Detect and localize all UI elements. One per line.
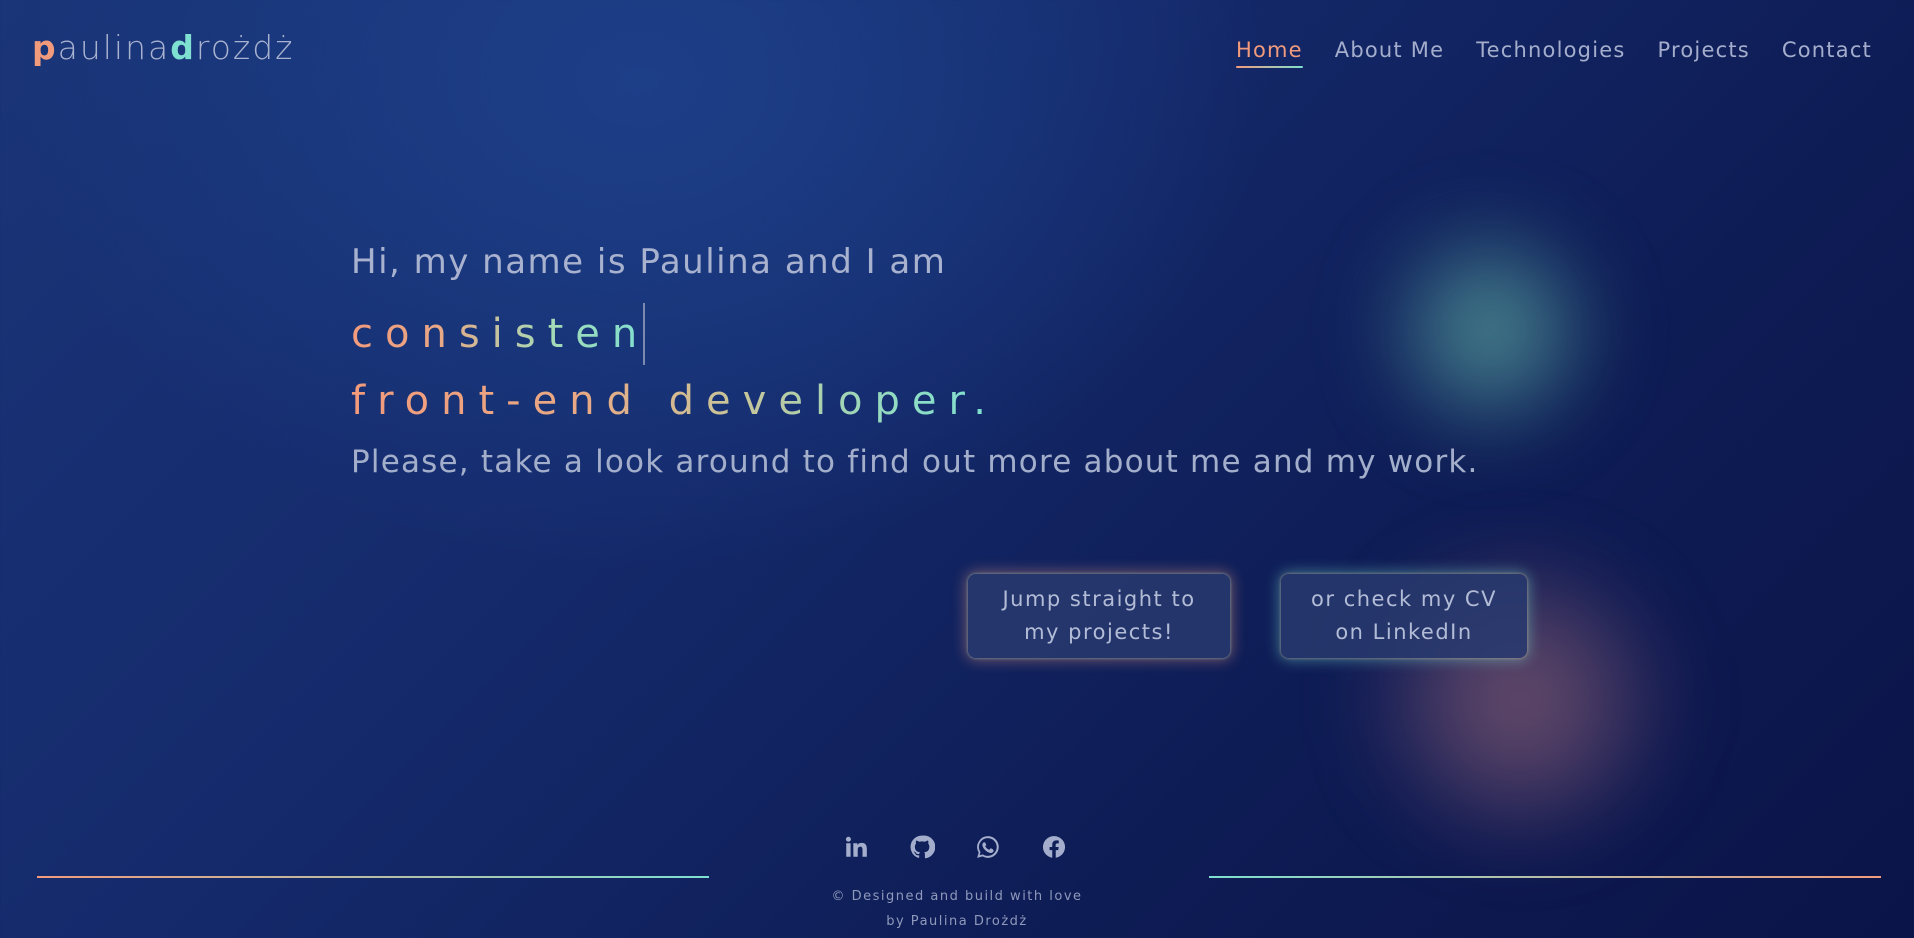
footer-divider-left <box>37 876 709 878</box>
role-text: front-end developer. <box>351 378 999 424</box>
projects-button-line1: Jump straight to <box>1002 587 1196 611</box>
nav-projects[interactable]: Projects <box>1658 38 1750 68</box>
nav-technologies[interactable]: Technologies <box>1476 38 1625 68</box>
hero-greeting: Hi, my name is Paulina and I am <box>351 242 947 282</box>
site-logo[interactable]: paulinadrożdż <box>32 28 295 67</box>
hero-subtitle: Please, take a look around to find out m… <box>351 444 1479 480</box>
role-line: front-end developer. <box>351 378 1479 424</box>
logo-last-rest: rożdż <box>195 28 295 67</box>
nav-about-me[interactable]: About Me <box>1335 38 1444 68</box>
social-links <box>843 834 1067 860</box>
jump-to-projects-button[interactable]: Jump straight to my projects! <box>968 574 1230 658</box>
logo-first-rest: aulina <box>57 28 171 67</box>
linkedin-button-line2: on LinkedIn <box>1335 620 1473 644</box>
credit-line-1: © Designed and build with love <box>831 889 1083 904</box>
linkedin-button-line1: or check my CV <box>1311 587 1497 611</box>
main-nav: Home About Me Technologies Projects Cont… <box>1235 38 1872 68</box>
whatsapp-icon[interactable] <box>975 834 1001 860</box>
typing-caret <box>643 303 646 365</box>
facebook-icon[interactable] <box>1041 834 1067 860</box>
github-icon[interactable] <box>909 834 935 860</box>
projects-button-line2: my projects! <box>1024 620 1174 644</box>
footer-credits: © Designed and build with love by Paulin… <box>0 884 1914 934</box>
footer-divider-right <box>1209 876 1881 878</box>
typed-word: consisten <box>351 311 650 357</box>
credit-line-2: by Paulina Drożdż <box>886 914 1028 929</box>
linkedin-icon[interactable] <box>843 834 869 860</box>
nav-contact[interactable]: Contact <box>1782 38 1872 68</box>
nav-home[interactable]: Home <box>1235 38 1303 68</box>
linkedin-cv-button[interactable]: or check my CV on LinkedIn <box>1281 574 1527 658</box>
hero-section: Hi, my name is Paulina and I am consiste… <box>351 242 1479 480</box>
logo-first-initial: p <box>32 28 58 67</box>
typed-word-line: consisten <box>351 302 1479 366</box>
logo-last-initial: d <box>170 28 196 67</box>
